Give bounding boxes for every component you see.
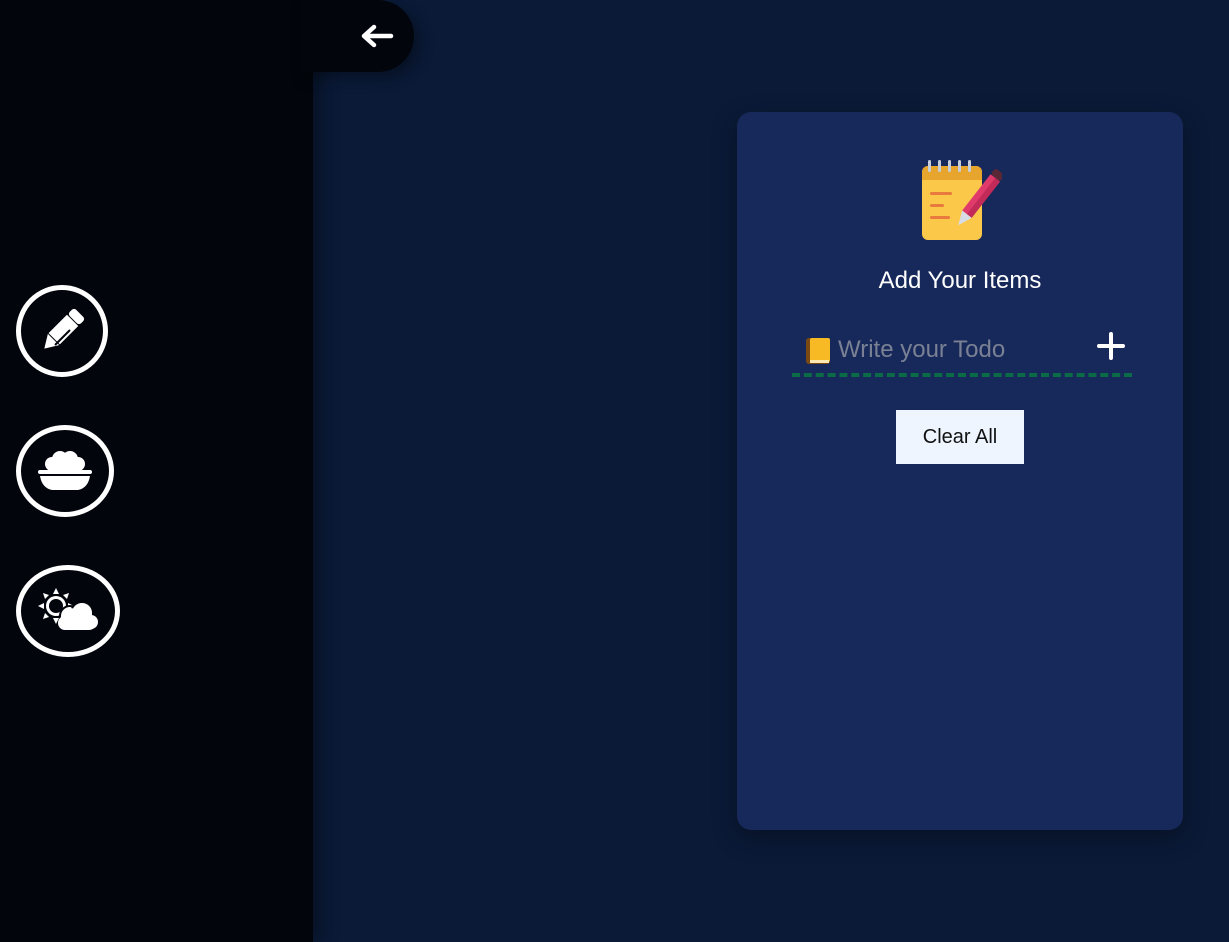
sidebar-item-weather[interactable] [16, 565, 120, 657]
sidebar-toggle-button[interactable] [300, 0, 414, 72]
sun-cloud-icon [38, 588, 98, 630]
todo-card: Add Your Items Clear All [737, 112, 1183, 830]
add-todo-button[interactable] [1096, 331, 1126, 361]
clear-all-button[interactable]: Clear All [896, 410, 1024, 464]
notebook-icon [805, 337, 831, 370]
todo-input-wrapper [792, 327, 1132, 377]
rice-bowl-icon [38, 451, 92, 490]
todo-input[interactable] [838, 333, 1078, 367]
sidebar [0, 0, 313, 942]
pencil-icon [44, 308, 85, 349]
card-title: Add Your Items [878, 267, 1042, 294]
plus-icon [1097, 332, 1125, 360]
sidebar-item-todo[interactable] [16, 285, 108, 377]
notebook-pen-icon [920, 160, 1004, 247]
sidebar-item-food[interactable] [16, 425, 114, 517]
arrow-left-icon [361, 24, 394, 48]
